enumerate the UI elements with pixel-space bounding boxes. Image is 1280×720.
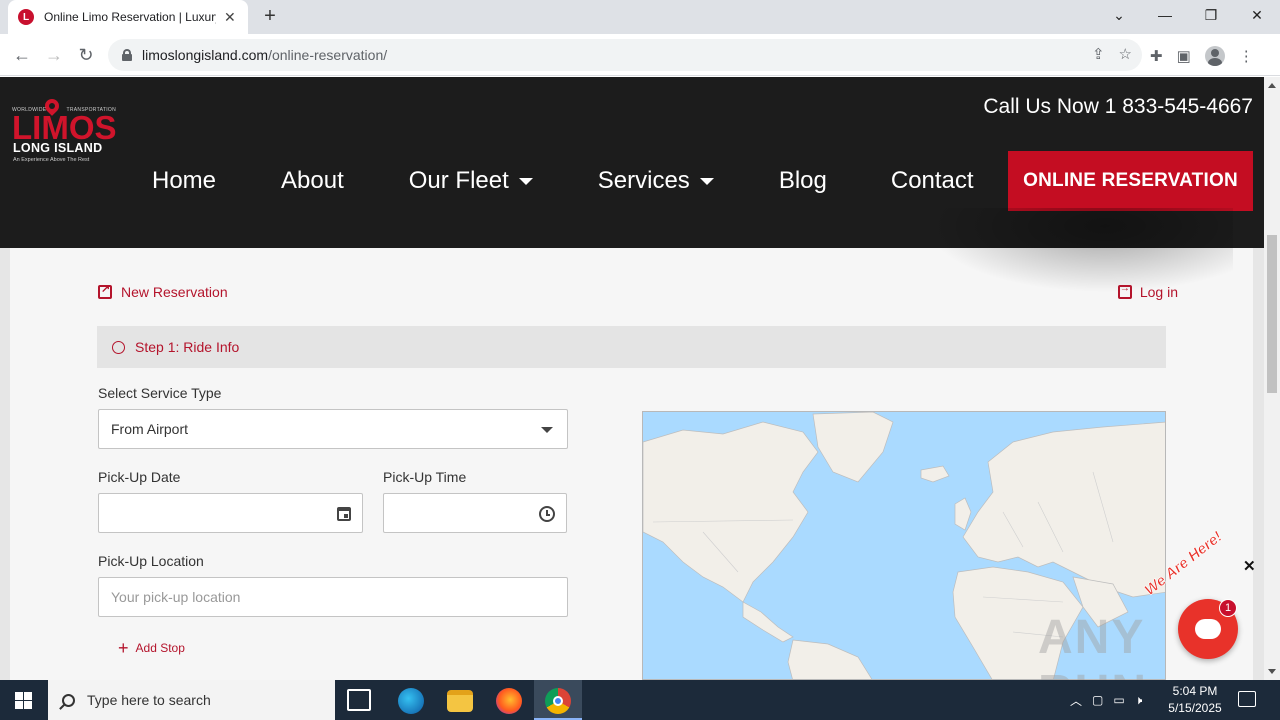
logo-slogan: An Experience Above The Rest — [13, 157, 90, 163]
service-type-value: From Airport — [111, 421, 189, 437]
windows-start-icon[interactable] — [15, 692, 32, 709]
call-us-phone[interactable]: Call Us Now 1 833-545-4667 — [983, 95, 1253, 119]
scroll-up-arrow-icon[interactable] — [1268, 83, 1276, 88]
add-stop-button[interactable]: + Add Stop — [118, 638, 185, 658]
pickup-time-input[interactable] — [383, 493, 567, 533]
site-logo[interactable]: WORLDWIDE TRANSPORTATION LIMOS LONG ISLAN… — [12, 96, 117, 165]
side-panel-icon[interactable]: ▣ — [1177, 47, 1191, 65]
extensions-puzzle-icon[interactable]: ✚ — [1150, 47, 1163, 65]
new-tab-button[interactable]: + — [258, 5, 282, 29]
calendar-icon[interactable] — [337, 507, 351, 521]
volume-icon[interactable]: 🕨 — [1135, 693, 1143, 708]
bookmark-star-icon[interactable]: ☆ — [1119, 45, 1132, 63]
nav-home[interactable]: Home — [152, 167, 216, 195]
edge-browser-icon[interactable] — [398, 688, 424, 714]
chat-bubble-icon — [1195, 619, 1221, 639]
site-favicon-icon: L — [18, 9, 34, 25]
step-header[interactable]: Step 1: Ride Info — [97, 326, 1166, 368]
lock-icon[interactable] — [122, 49, 132, 61]
taskbar-search[interactable]: Type here to search — [48, 680, 335, 720]
service-type-select[interactable]: From Airport — [98, 409, 568, 449]
clock-time: 5:04 PM — [1172, 684, 1218, 698]
pickup-time-label: Pick-Up Time — [383, 469, 467, 485]
clock-icon[interactable] — [539, 506, 555, 522]
caret-down-icon — [699, 177, 714, 185]
nav-blog[interactable]: Blog — [779, 167, 827, 195]
step-label: Step 1: Ride Info — [135, 339, 240, 355]
browser-toolbar: ← → ↻ limoslongisland.com/online-reserva… — [0, 34, 1280, 76]
minimize-button[interactable]: — — [1142, 0, 1188, 30]
add-stop-label: Add Stop — [135, 641, 185, 655]
share-icon[interactable]: ⇪ — [1092, 45, 1105, 63]
windows-taskbar: Type here to search ︿ ▢ ▭ 🕨 5:04 PM 5/15… — [0, 680, 1280, 720]
pickup-location-placeholder: Your pick-up location — [111, 589, 241, 605]
new-reservation-link[interactable]: New Reservation — [98, 282, 228, 300]
url-path: /online-reservation/ — [268, 47, 388, 63]
back-arrow-icon[interactable]: ← — [9, 42, 35, 68]
menu-kebab-icon[interactable]: ⋮ — [1239, 47, 1254, 65]
login-label: Log in — [1139, 284, 1178, 300]
caret-down-icon — [518, 177, 533, 185]
scroll-thumb[interactable] — [1267, 235, 1277, 393]
taskbar-search-placeholder: Type here to search — [87, 692, 211, 708]
search-icon — [62, 693, 75, 707]
tab-close-icon[interactable]: ✕ — [224, 9, 236, 26]
step-circle-icon — [112, 340, 125, 354]
service-type-label: Select Service Type — [98, 385, 222, 401]
chrome-center-icon — [553, 696, 563, 706]
page-scrollbar[interactable] — [1264, 77, 1280, 680]
browser-tabbar: L Online Limo Reservation | Luxury ✕ + ⌄… — [0, 0, 1280, 34]
profile-avatar-icon[interactable] — [1204, 46, 1225, 66]
page-viewport: WORLDWIDE TRANSPORTATION LIMOS LONG ISLAN… — [0, 77, 1264, 680]
clock-date: 5/15/2025 — [1168, 701, 1222, 715]
tray-chevron-icon[interactable]: ︿ — [1070, 692, 1082, 709]
reload-icon[interactable]: ↻ — [73, 42, 99, 68]
network-icon[interactable]: ▭ — [1113, 693, 1124, 707]
login-link[interactable]: Log in — [1117, 283, 1178, 300]
chat-close-icon[interactable]: ✕ — [1243, 557, 1256, 575]
tray-device-icon[interactable]: ▢ — [1092, 693, 1103, 707]
forward-arrow-icon[interactable]: → — [41, 42, 67, 68]
tab-title: Online Limo Reservation | Luxury — [44, 10, 216, 24]
decorative-shadow — [913, 208, 1233, 298]
pickup-date-input[interactable] — [98, 493, 363, 533]
window-close-button[interactable]: ✕ — [1234, 0, 1280, 30]
taskbar-clock[interactable]: 5:04 PM 5/15/2025 — [1162, 683, 1228, 717]
new-reservation-label: New Reservation — [121, 284, 228, 300]
scroll-down-arrow-icon[interactable] — [1268, 669, 1276, 674]
firefox-icon[interactable] — [496, 688, 522, 714]
plus-icon: + — [118, 638, 129, 658]
chat-notification-badge: 1 — [1219, 599, 1237, 617]
logo-brand: LIMOS — [12, 109, 117, 146]
main-navigation: Home About Our Fleet Services Blog Conta… — [152, 165, 974, 197]
nav-about[interactable]: About — [281, 167, 344, 195]
browser-tab[interactable]: L Online Limo Reservation | Luxury ✕ — [8, 0, 248, 34]
logo-sub: LONG ISLAND — [13, 141, 103, 155]
pickup-location-label: Pick-Up Location — [98, 553, 204, 569]
restore-button[interactable]: ❐ — [1188, 0, 1234, 30]
system-tray: ︿ ▢ ▭ 🕨 — [1070, 680, 1142, 720]
url-host: limoslongisland.com — [142, 47, 269, 63]
online-reservation-button[interactable]: ONLINE RESERVATION — [1008, 151, 1253, 211]
nav-contact[interactable]: Contact — [891, 167, 974, 195]
nav-services[interactable]: Services — [598, 167, 714, 195]
pickup-location-input[interactable]: Your pick-up location — [98, 577, 568, 617]
file-explorer-icon[interactable] — [447, 690, 473, 712]
pickup-date-label: Pick-Up Date — [98, 469, 181, 485]
address-bar[interactable]: limoslongisland.com/online-reservation/ … — [108, 39, 1142, 71]
external-link-icon — [98, 282, 112, 299]
login-icon — [1117, 283, 1132, 299]
nav-our-fleet[interactable]: Our Fleet — [409, 167, 533, 195]
tab-search-chevron-icon[interactable]: ⌄ — [1096, 0, 1142, 30]
task-view-icon[interactable] — [347, 689, 371, 711]
dropdown-arrow-icon — [541, 427, 553, 433]
notification-center-icon[interactable] — [1238, 691, 1256, 707]
